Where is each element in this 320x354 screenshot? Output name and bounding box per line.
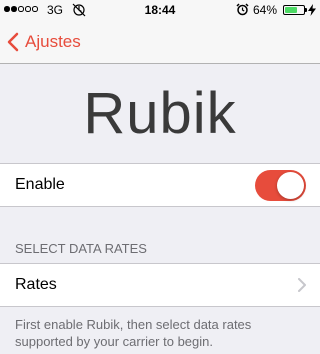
- battery-level: [285, 7, 297, 13]
- bolt-icon: [308, 4, 316, 16]
- battery-percent: 64%: [253, 3, 278, 17]
- enable-toggle[interactable]: [255, 170, 306, 201]
- enable-label: Enable: [15, 176, 65, 193]
- back-button[interactable]: Ajustes: [7, 31, 81, 53]
- battery-icon: [283, 5, 305, 15]
- section-footer-rates: First enable Rubik, then select data rat…: [15, 317, 252, 349]
- rates-label: Rates: [15, 276, 57, 293]
- section-header-rates: SELECT DATA RATES: [15, 241, 147, 256]
- back-label: Ajustes: [25, 32, 81, 51]
- alarm-icon: [236, 3, 249, 16]
- enable-row: Enable: [0, 163, 320, 207]
- chevron-left-icon: [7, 32, 19, 52]
- toggle-knob: [277, 172, 304, 199]
- chevron-right-icon: [298, 278, 306, 292]
- page-title: Rubik: [83, 81, 237, 146]
- rates-row[interactable]: Rates: [0, 263, 320, 307]
- status-bar: 3G 18:44 64%: [0, 0, 320, 20]
- battery-tip: [305, 8, 307, 12]
- navigation-bar: Ajustes: [0, 20, 320, 64]
